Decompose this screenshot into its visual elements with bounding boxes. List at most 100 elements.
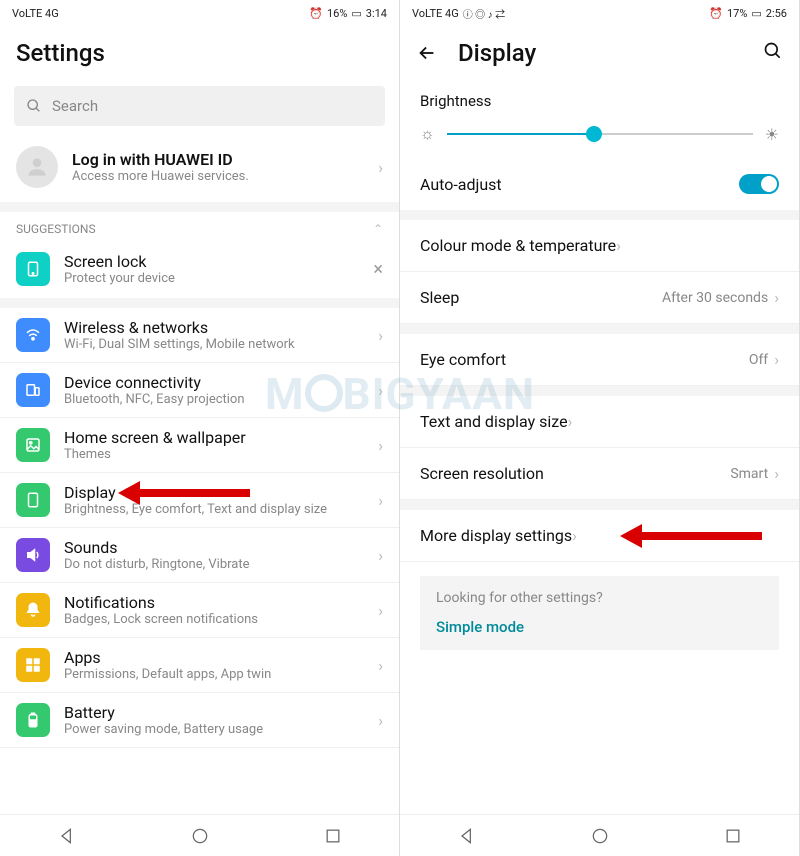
simple-mode-link[interactable]: Simple mode [436,618,763,636]
settings-row-bell[interactable]: Notifications Badges, Lock screen notifi… [0,583,399,638]
divider [400,386,799,396]
red-arrow-annotation [118,481,250,505]
divider [0,202,399,212]
left-phone: VoLTE 4G ⏰ 16% ▭ 3:14 Settings Search Lo… [0,0,400,856]
brightness-slider[interactable]: ☼ ☀ [400,118,799,158]
row-label: Colour mode & temperature [420,236,616,255]
chevron-right-icon: › [378,601,383,620]
nav-bar [0,814,399,856]
status-icons: ⓘ ◎ ♪ ⇄ [463,6,505,21]
chevron-right-icon: › [774,464,779,483]
display-row[interactable]: Text and display size › [400,396,799,448]
search-icon [26,98,42,114]
suggestions-header[interactable]: SUGGESTIONS ⌃ [0,212,399,242]
divider [400,500,799,510]
chevron-right-icon: › [378,436,383,455]
row-sub: Wi-Fi, Dual SIM settings, Mobile network [64,337,370,352]
settings-row-sound[interactable]: Sounds Do not disturb, Ringtone, Vibrate… [0,528,399,583]
battery-icon: ▭ [751,7,761,20]
nav-home-icon[interactable] [190,826,210,846]
divider [400,324,799,334]
row-sub: Badges, Lock screen notifications [64,612,370,627]
settings-row-apps[interactable]: Apps Permissions, Default apps, App twin… [0,638,399,693]
devices-icon [16,373,50,407]
settings-row-battery[interactable]: Battery Power saving mode, Battery usage… [0,693,399,748]
clock: 2:56 [766,7,787,20]
chevron-right-icon: › [378,326,383,345]
display-row[interactable]: Screen resolution Smart › [400,448,799,500]
row-title: Notifications [64,593,370,612]
hint-question: Looking for other settings? [436,590,763,606]
row-label: Eye comfort [420,350,506,369]
display-row[interactable]: Colour mode & temperature › [400,220,799,272]
page-title: Display [458,39,536,67]
apps-icon [16,648,50,682]
search-placeholder: Search [52,97,98,115]
chevron-right-icon: › [378,546,383,565]
row-sub: Bluetooth, NFC, Easy projection [64,392,370,407]
display-header: Display [400,26,799,80]
row-label: Text and display size [420,412,568,431]
divider [400,210,799,220]
suggestion-row[interactable]: Screen lock Protect your device × [0,242,399,298]
settings-row-image[interactable]: Home screen & wallpaper Themes › [0,418,399,473]
display-row[interactable]: Eye comfort Off › [400,334,799,386]
back-button[interactable] [416,42,438,64]
display-row[interactable]: Sleep After 30 seconds › [400,272,799,324]
row-title: Wireless & networks [64,318,370,337]
display-row[interactable]: More display settings › [400,510,799,562]
chevron-up-icon: ⌃ [373,222,383,236]
row-value: After 30 seconds [662,290,768,306]
battery-pct: 16% [327,7,347,20]
alarm-icon: ⏰ [309,7,323,20]
search-icon[interactable] [763,39,783,67]
avatar [16,146,58,188]
wifi-icon [16,318,50,352]
suggestions-label: SUGGESTIONS [16,222,96,236]
row-title: Device connectivity [64,373,370,392]
status-bar: VoLTE 4G ⓘ ◎ ♪ ⇄ ⏰ 17% ▭ 2:56 [400,0,799,26]
chevron-right-icon: › [378,158,383,177]
screen-lock-icon [16,252,50,286]
brightness-label: Brightness [400,80,799,118]
battery-icon [16,703,50,737]
chevron-right-icon: › [378,656,383,675]
alarm-icon: ⏰ [709,7,723,20]
sound-icon [16,538,50,572]
settings-row-devices[interactable]: Device connectivity Bluetooth, NFC, Easy… [0,363,399,418]
nav-back-icon[interactable] [57,826,77,846]
row-label: Screen resolution [420,464,544,483]
bell-icon [16,593,50,627]
close-icon[interactable]: × [373,259,383,280]
auto-adjust-row[interactable]: Auto-adjust [400,158,799,210]
chevron-right-icon: › [568,412,573,431]
row-value: Off [749,352,768,368]
search-input[interactable]: Search [14,86,385,126]
display-list: Colour mode & temperature ›Sleep After 3… [400,220,799,562]
chevron-right-icon: › [774,350,779,369]
image-icon [16,428,50,462]
hint-box: Looking for other settings? Simple mode [420,576,779,650]
sun-high-icon: ☀ [765,125,779,144]
slider-track[interactable] [447,133,753,135]
row-value: Smart [730,466,768,482]
auto-adjust-toggle[interactable] [739,174,779,194]
divider [0,298,399,308]
chevron-right-icon: › [616,236,621,255]
row-sub: Do not disturb, Ringtone, Vibrate [64,557,370,572]
settings-row-wifi[interactable]: Wireless & networks Wi-Fi, Dual SIM sett… [0,308,399,363]
chevron-right-icon: › [378,381,383,400]
nav-home-icon[interactable] [590,826,610,846]
nav-recent-icon[interactable] [723,826,743,846]
battery-pct: 17% [727,7,747,20]
clock: 3:14 [366,7,387,20]
settings-list: Wireless & networks Wi-Fi, Dual SIM sett… [0,308,399,814]
row-label: Sleep [420,288,459,307]
settings-row-display[interactable]: Display Brightness, Eye comfort, Text an… [0,473,399,528]
nav-recent-icon[interactable] [323,826,343,846]
battery-icon: ▭ [351,7,361,20]
login-row[interactable]: Log in with HUAWEI ID Access more Huawei… [0,136,399,202]
chevron-right-icon: › [378,491,383,510]
display-icon [16,483,50,517]
nav-back-icon[interactable] [457,826,477,846]
